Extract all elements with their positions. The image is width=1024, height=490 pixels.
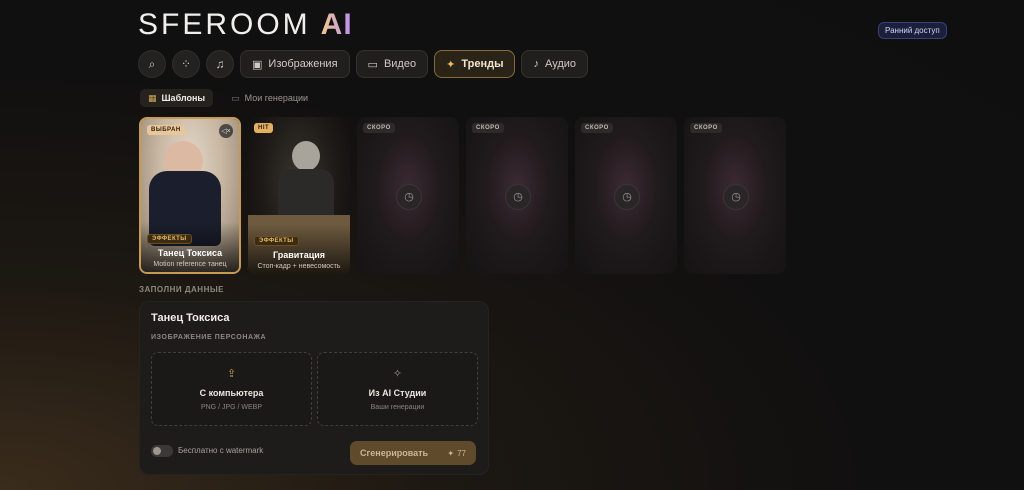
soon-badge: СКОРО — [690, 123, 722, 133]
clock-icon: ◷ — [396, 183, 422, 210]
subtab-templates[interactable]: ▦ Шаблоны — [140, 89, 214, 107]
tab-trends-label: Тренды — [461, 58, 504, 70]
toggle-knob — [153, 447, 161, 455]
template-card-gravity[interactable]: HIT ЭФФЕКТЫ Гравитация Стоп-кадр + невес… — [248, 117, 350, 274]
character-image-label: ИЗОБРАЖЕНИЕ ПЕРСОНАЖА — [151, 334, 267, 341]
generate-button[interactable]: Сгенерировать ✦ 77 — [350, 441, 476, 465]
template-card-coming-soon: СКОРО ◷ — [466, 117, 568, 274]
hit-badge: HIT — [254, 123, 274, 133]
music-note-icon: ♪ — [533, 58, 539, 70]
card-title: Танец Токсиса — [157, 248, 223, 258]
upload-computer-label: С компьютера — [199, 388, 264, 398]
music-sparkle-icon: ♫ — [215, 57, 225, 71]
search-icon: ⌕ — [148, 56, 156, 71]
effects-tag: ЭФФЕКТЫ — [147, 234, 192, 244]
form-title: Танец Токсиса — [151, 312, 230, 324]
effects-tag: ЭФФЕКТЫ — [254, 236, 299, 246]
logo-ai: AI — [320, 8, 353, 41]
selected-badge: ВЫБРАН — [147, 125, 185, 135]
early-access-badge[interactable]: Ранний доступ — [878, 22, 947, 39]
sparkle-icon: ✦ — [446, 58, 456, 71]
monitor-icon: ▭ — [367, 58, 378, 71]
generation-form: Танец Токсиса ИЗОБРАЖЕНИЕ ПЕРСОНАЖА ⇪ С … — [139, 301, 489, 475]
tab-audio[interactable]: ♪ Аудио — [521, 50, 589, 78]
tab-trends[interactable]: ✦ Тренды — [434, 50, 516, 78]
generate-cost: ✦ 77 — [447, 449, 466, 458]
logo-text: SFEROOM — [138, 8, 311, 41]
upload-icon: ⇪ — [226, 368, 237, 380]
template-cards: ВЫБРАН ◁× ЭФФЕКТЫ Танец Токсиса Motion r… — [139, 117, 786, 274]
grid-icon: ▦ — [148, 92, 157, 103]
effects-button[interactable]: ⁘ — [172, 50, 200, 78]
clock-icon: ◷ — [505, 183, 531, 210]
soon-badge: СКОРО — [581, 123, 613, 133]
upload-from-ai-studio[interactable]: ✧ Из AI Студии Ваши генерации — [317, 352, 478, 426]
template-card-toxis-dance[interactable]: ВЫБРАН ◁× ЭФФЕКТЫ Танец Токсиса Motion r… — [139, 117, 241, 274]
audio-effects-button[interactable]: ♫ — [206, 50, 234, 78]
mute-icon[interactable]: ◁× — [219, 124, 233, 138]
tab-audio-label: Аудио — [544, 58, 577, 70]
card-title: Гравитация — [272, 250, 326, 260]
soon-badge: СКОРО — [472, 123, 504, 133]
clock-icon: ◷ — [723, 183, 749, 210]
subtab-my-generations-label: Мои генерации — [244, 93, 309, 103]
main-toolbar: ⌕ ⁘ ♫ ▣ Изображения ▭ Видео ✦ Тренды ♪ Аудио — [138, 50, 589, 78]
card-subtitle: Motion reference танец — [153, 261, 227, 268]
watermark-toggle-label: Бесплатно с watermark — [178, 446, 264, 455]
upload-computer-hint: PNG / JPG / WEBP — [200, 404, 263, 411]
coin-icon: ✦ — [447, 448, 455, 458]
soon-badge: СКОРО — [363, 123, 395, 133]
subtabs: ▦ Шаблоны ▭ Мои генерации — [140, 89, 316, 107]
watermark-toggle[interactable] — [151, 445, 173, 457]
generate-cost-value: 77 — [457, 448, 466, 458]
tab-images[interactable]: ▣ Изображения — [240, 50, 350, 78]
tab-video-label: Видео — [383, 58, 417, 70]
generate-label: Сгенерировать — [360, 448, 429, 458]
template-card-coming-soon: СКОРО ◷ — [575, 117, 677, 274]
upload-studio-label: Из AI Студии — [368, 388, 427, 398]
subtab-templates-label: Шаблоны — [161, 93, 206, 103]
fill-data-label: ЗАПОЛНИ ДАННЫЕ — [139, 285, 225, 294]
upload-studio-hint: Ваши генерации — [370, 404, 425, 411]
subtab-my-generations[interactable]: ▭ Мои генерации — [223, 89, 316, 107]
card-subtitle: Стоп-кадр + невесомость — [257, 263, 341, 270]
sparkle-icon: ✧ — [392, 368, 403, 380]
template-card-coming-soon: СКОРО ◷ — [357, 117, 459, 274]
sferoom-logo: SFEROOM AI — [138, 8, 353, 42]
clock-icon: ◷ — [614, 183, 640, 210]
upload-from-computer[interactable]: ⇪ С компьютера PNG / JPG / WEBP — [151, 352, 312, 426]
tab-video[interactable]: ▭ Видео — [355, 50, 429, 78]
bubbles-icon: ⁘ — [180, 57, 192, 71]
video-camera-icon: ▭ — [231, 92, 240, 103]
search-button[interactable]: ⌕ — [138, 50, 166, 78]
image-icon: ▣ — [252, 58, 263, 71]
tab-images-label: Изображения — [268, 58, 338, 70]
template-card-coming-soon: СКОРО ◷ — [684, 117, 786, 274]
